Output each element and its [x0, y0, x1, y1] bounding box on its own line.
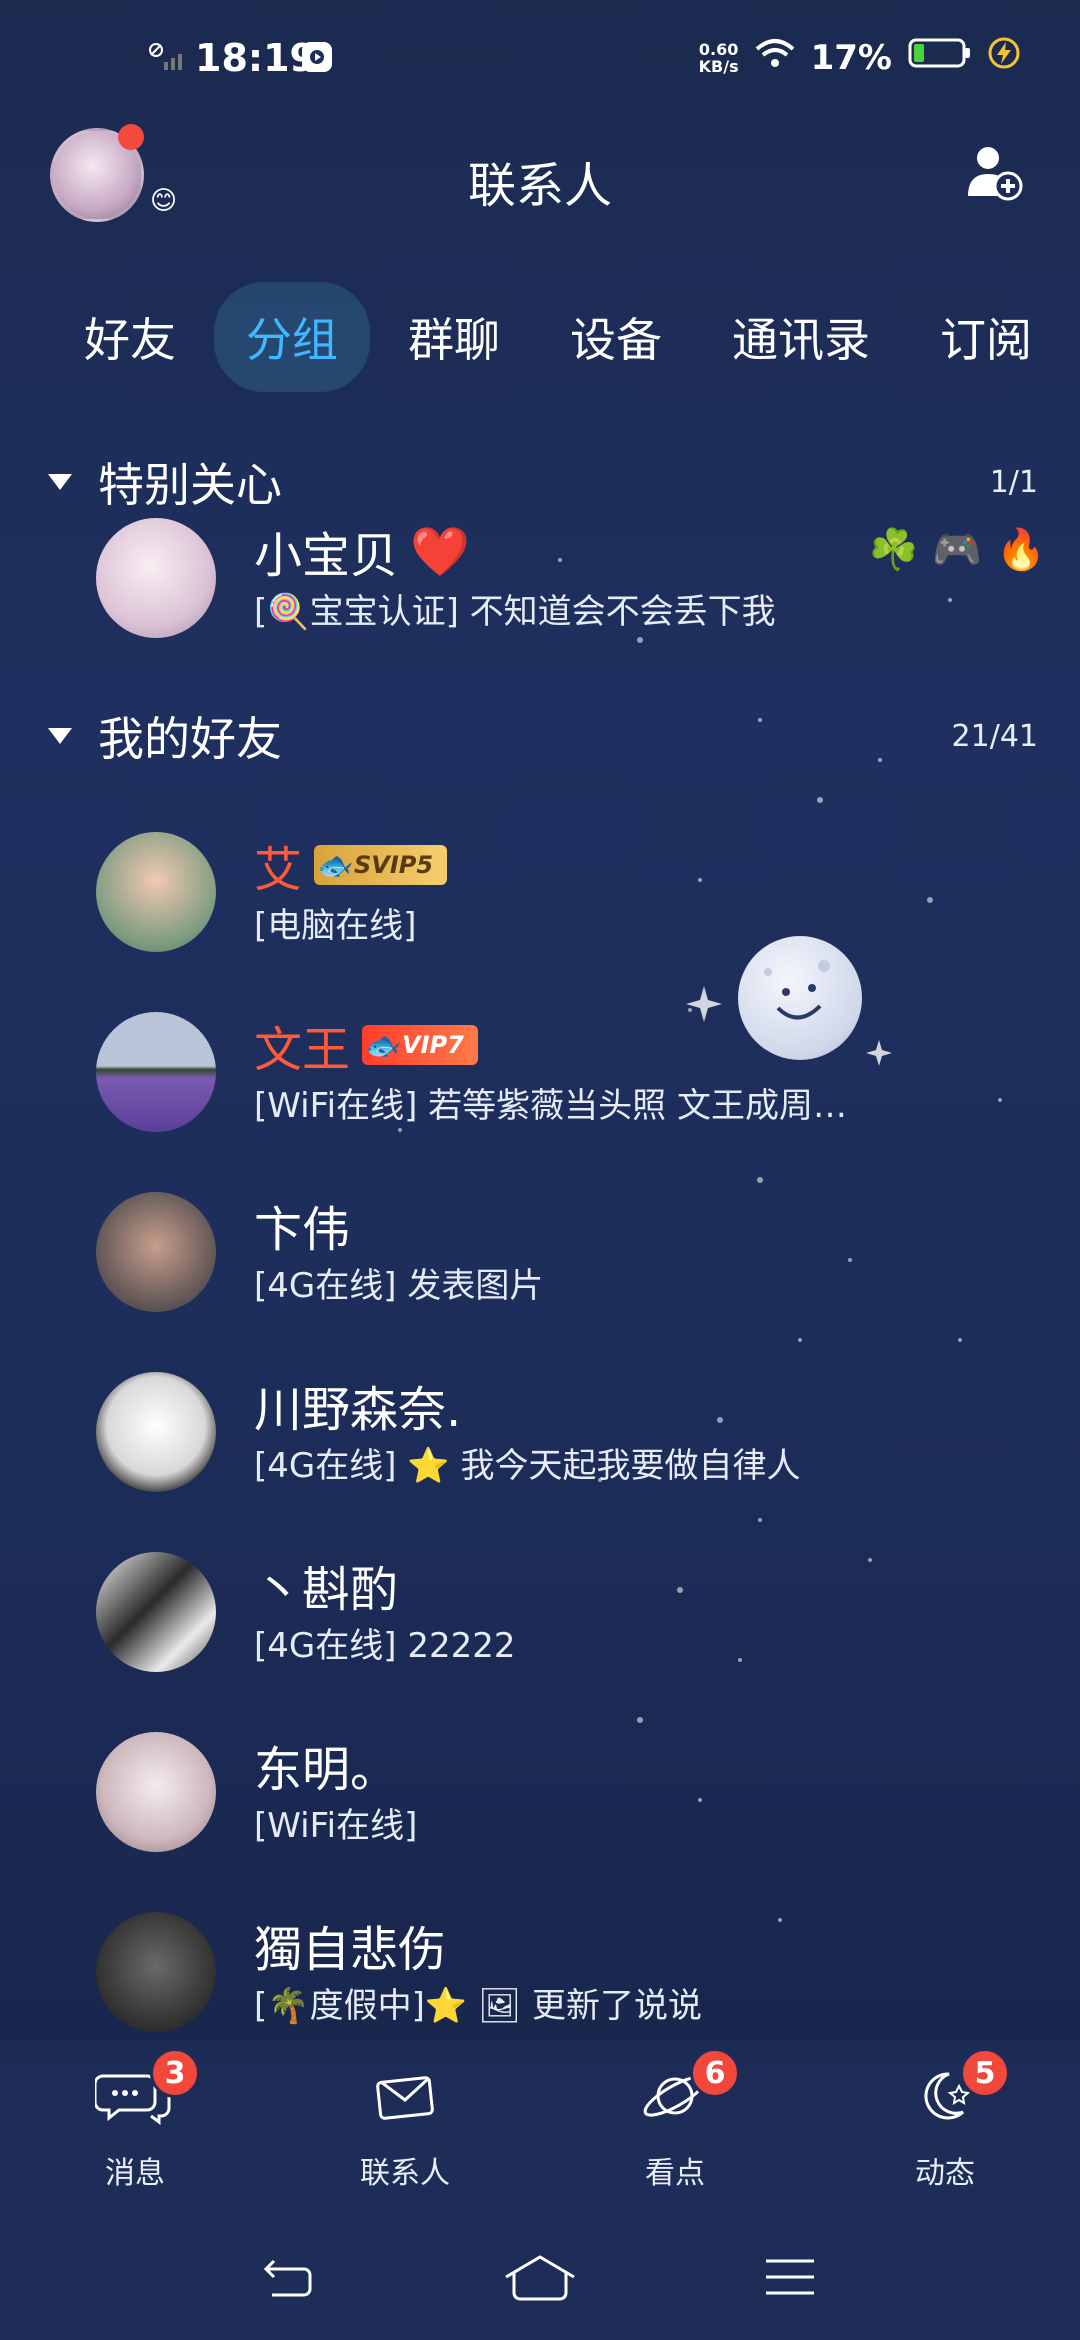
- contact-avatar: [96, 832, 216, 952]
- unread-badge: 6: [690, 2048, 740, 2098]
- signal-icon: [148, 42, 188, 76]
- heart-icon: ❤️: [410, 523, 470, 580]
- contact-status: [🌴度假中]⭐ 🖼 更新了说说: [254, 1986, 702, 2026]
- badge-label: SVIP5: [354, 851, 434, 879]
- tab-group-chats[interactable]: 群聊: [376, 282, 532, 392]
- contact-avatar: [96, 1012, 216, 1132]
- caret-down-icon: [48, 728, 72, 744]
- contact-feature-icons: ☘️ 🎮 🔥: [869, 526, 1046, 573]
- contact-status: [WiFi在线] 若等紫薇当头照 文王成周…: [254, 1086, 847, 1126]
- contact-name: 川野森奈.: [254, 1382, 462, 1438]
- contact-name: 东明。: [254, 1742, 399, 1798]
- tab-devices[interactable]: 设备: [538, 282, 694, 392]
- nav-discover[interactable]: 看点 6: [540, 2040, 810, 2220]
- contact-status: [🍭宝宝认证] 不知道会不会丢下我: [254, 592, 776, 632]
- net-speed-unit: KB/s: [698, 56, 739, 76]
- unread-badge: 3: [150, 2048, 200, 2098]
- tab-friends[interactable]: 好友: [60, 282, 208, 392]
- contact-status: [4G在线] 发表图片: [254, 1266, 544, 1306]
- charging-icon: [988, 37, 1020, 78]
- group-count: 1/1: [989, 464, 1038, 500]
- wifi-icon: [755, 37, 795, 78]
- contact-avatar: [96, 1192, 216, 1312]
- contact-avatar: [96, 1372, 216, 1492]
- home-icon[interactable]: [500, 2253, 580, 2307]
- contact-row[interactable]: 川野森奈. [4G在线] ⭐ 我今天起我要做自律人: [96, 1360, 1056, 1510]
- contact-name-text: 艾: [254, 842, 303, 898]
- page-title: 联系人: [467, 158, 612, 214]
- group-count: 21/41: [951, 718, 1038, 754]
- badge-label: VIP7: [402, 1031, 464, 1059]
- contact-avatar: [96, 1912, 216, 2032]
- fish-icon: 🐟: [364, 1029, 399, 1062]
- nav-contacts[interactable]: 联系人: [270, 2040, 540, 2220]
- contact-name-text: 文王: [254, 1022, 351, 1078]
- moon-decoration-icon: [738, 936, 862, 1060]
- contact-status: [电脑在线]: [254, 906, 417, 946]
- contact-name: 文王 🐟 VIP7: [254, 1010, 478, 1080]
- status-bar: 18:19 0.60 KB/s 17%: [0, 0, 1080, 120]
- fish-icon: 🐟: [316, 849, 351, 882]
- group-header-friends[interactable]: 我的好友 21/41: [48, 706, 1038, 766]
- header: 😊 联系人: [0, 120, 1080, 240]
- system-nav-bar: [0, 2220, 1080, 2340]
- status-time: 18:19: [195, 36, 316, 80]
- contact-row[interactable]: 獨自悲伤 [🌴度假中]⭐ 🖼 更新了说说: [96, 1900, 1056, 2050]
- net-speed: 0.60 KB/s: [699, 41, 739, 75]
- caret-down-icon: [48, 474, 72, 490]
- vip-badge: 🐟 VIP7: [362, 1025, 478, 1065]
- contact-row[interactable]: 艾 🐟 SVIP5 [电脑在线]: [96, 820, 1056, 970]
- contacts-icon: [365, 2066, 445, 2130]
- menu-icon[interactable]: [760, 2253, 820, 2307]
- back-icon[interactable]: [260, 2253, 320, 2307]
- net-speed-value: 0.60: [698, 39, 739, 59]
- nav-label: 看点: [645, 2156, 705, 2191]
- contact-row[interactable]: 小宝贝 ❤️ [🍭宝宝认证] 不知道会不会丢下我 ☘️ 🎮 🔥: [96, 506, 1056, 656]
- contact-name: 丶斟酌: [254, 1562, 399, 1618]
- clover-icon: ☘️: [868, 527, 919, 573]
- nav-label: 消息: [105, 2156, 165, 2191]
- contact-name: 卞伟: [254, 1202, 351, 1258]
- battery-icon: [908, 36, 972, 79]
- contact-name: 小宝贝 ❤️: [254, 516, 470, 586]
- contact-row[interactable]: 丶斟酌 [4G在线] 22222: [96, 1540, 1056, 1690]
- tab-groups[interactable]: 分组: [214, 282, 370, 392]
- nav-moments[interactable]: 动态 5: [810, 2040, 1080, 2220]
- unread-badge: 5: [960, 2048, 1010, 2098]
- contact-avatar: [96, 1732, 216, 1852]
- contact-name: 艾 🐟 SVIP5: [254, 830, 448, 900]
- fire-icon: 🔥: [996, 527, 1046, 573]
- contact-row[interactable]: 东明。 [WiFi在线]: [96, 1720, 1056, 1870]
- svip-badge: 🐟 SVIP5: [314, 845, 448, 885]
- nav-label: 动态: [915, 2156, 975, 2191]
- contact-name-text: 小宝贝: [254, 528, 399, 584]
- contact-status: [4G在线] ⭐ 我今天起我要做自律人: [254, 1446, 801, 1486]
- contact-status: [WiFi在线]: [254, 1806, 418, 1846]
- add-contact-icon[interactable]: [964, 142, 1024, 206]
- group-title: 我的好友: [98, 712, 282, 766]
- contact-avatar: [96, 1552, 216, 1672]
- contact-name: 獨自悲伤: [254, 1922, 447, 1978]
- contact-row[interactable]: 文王 🐟 VIP7 [WiFi在线] 若等紫薇当头照 文王成周…: [96, 1000, 1056, 1150]
- contact-avatar: [96, 518, 216, 638]
- nav-messages[interactable]: 消息 3: [0, 2040, 270, 2220]
- tab-bar: 好友 分组 群聊 设备 通讯录 订阅: [60, 282, 1070, 392]
- contact-row[interactable]: 卞伟 [4G在线] 发表图片: [96, 1180, 1056, 1330]
- gamepad-icon: 🎮: [932, 527, 983, 573]
- tab-address-book[interactable]: 通讯录: [700, 282, 902, 392]
- nav-label: 联系人: [360, 2156, 450, 2191]
- group-header-special[interactable]: 特别关心 1/1: [48, 452, 1038, 512]
- tab-subscriptions[interactable]: 订阅: [908, 282, 1064, 392]
- bottom-nav: 消息 3 联系人 看点 6 动态 5: [0, 2040, 1080, 2220]
- contact-status: [4G在线] 22222: [254, 1626, 516, 1666]
- battery-percent: 17%: [810, 37, 892, 78]
- screen-record-icon: [300, 40, 334, 78]
